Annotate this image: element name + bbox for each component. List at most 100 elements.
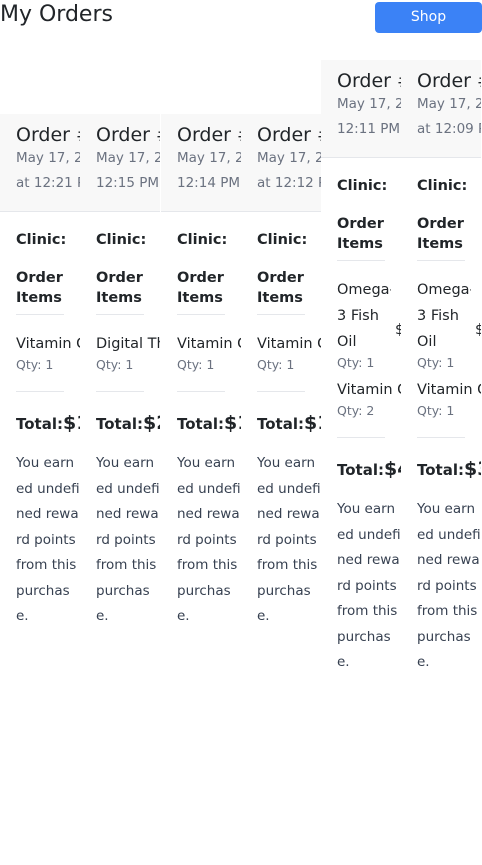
reward-message: You earned undefined reward points from …: [337, 501, 401, 670]
order-date-day: May 17, 2024: [96, 150, 160, 166]
divider: [257, 391, 305, 392]
total-label: Total:: [177, 415, 224, 433]
order-total: Total:$1: [257, 410, 321, 437]
order-card-header: Order #a7e0d May 17, 2024 12:15 PM: [80, 114, 160, 212]
clinic-label: Clinic:: [177, 232, 228, 248]
order-total: Total:$1: [16, 410, 80, 437]
order-date: May 17, 2024 12:15 PM: [96, 146, 160, 196]
order-title: Order #63ecb: [417, 70, 481, 92]
order-date-time: 12:11 PM: [337, 121, 400, 137]
order-items-heading: Order Items: [337, 214, 385, 261]
order-item: Omega-3 Fish Oil $ Qty: 1: [417, 277, 481, 371]
total-label: Total:: [417, 461, 464, 479]
order-card[interactable]: Order #66691 May 17, 2024 at 12:21 PM Cl…: [0, 114, 80, 630]
item-name: Vitamin C Supplement: [16, 336, 80, 352]
order-total: Total:$2: [96, 410, 160, 437]
reward-message: You earned undefined reward points from …: [16, 455, 80, 624]
clinic-label: Clinic:: [337, 178, 388, 194]
shop-button[interactable]: Shop: [375, 2, 482, 33]
item-qty: Qty: 1: [96, 357, 134, 372]
total-label: Total:: [337, 461, 384, 479]
order-card-body: Clinic: Order Items Vitamin C Supplement…: [241, 212, 321, 630]
total-amount: $1: [303, 412, 321, 434]
item-qty: Qty: 1: [16, 357, 54, 372]
total-amount: $4: [383, 458, 401, 480]
total-amount: $1: [62, 412, 80, 434]
item-qty: Qty: 1: [337, 355, 375, 370]
order-card[interactable]: Order #63ecb May 17, 2024 at 12:09 PM Cl…: [401, 60, 481, 676]
clinic-label: Clinic:: [16, 232, 67, 248]
order-title: Order #66691: [16, 124, 80, 146]
divider: [337, 437, 385, 438]
page-title: My Orders: [0, 2, 113, 27]
order-card[interactable]: Order #a7e0d May 17, 2024 12:15 PM Clini…: [80, 114, 160, 630]
order-title: Order #a7e0d: [96, 124, 160, 146]
order-card[interactable]: Order #133c3 May 17, 2024 at 12:12 PM Cl…: [241, 114, 321, 630]
order-date: May 17, 2024 at 12:12 PM: [257, 146, 321, 196]
item-qty: Qty: 2: [337, 403, 375, 418]
order-item: Vitamin C Supplement Qty: 1: [257, 331, 321, 373]
item-name: Digital Thermometer: [96, 336, 160, 352]
divider: [96, 391, 144, 392]
order-date: May 17, 2024 at 12:09 PM: [417, 92, 481, 142]
order-card-header: Order #9539e May 17, 2024 12:11 PM: [321, 60, 401, 158]
order-date-day: May 17, 2024: [16, 150, 80, 166]
item-name: Vitamin C Supplement: [257, 336, 321, 352]
total-amount: $3: [463, 458, 481, 480]
order-date: May 17, 2024 12:11 PM: [337, 92, 401, 142]
divider: [417, 437, 465, 438]
order-date-day: May 17, 2024: [257, 150, 321, 166]
order-item: Vitamin C Supplement Qty: 1: [177, 331, 241, 373]
clinic-label: Clinic:: [96, 232, 147, 248]
order-card-header: Order #66691 May 17, 2024 at 12:21 PM: [0, 114, 80, 212]
order-card-body: Clinic: Order Items Omega-3 Fish Oil $ Q…: [321, 158, 401, 676]
order-title: Order #47d46: [177, 124, 241, 146]
order-items-heading: Order Items: [417, 214, 465, 261]
item-name: Omega-3 Fish Oil: [337, 282, 391, 350]
item-price: $: [475, 322, 481, 338]
order-date-time: at 12:09 PM: [417, 121, 481, 137]
order-title: Order #133c3: [257, 124, 321, 146]
total-amount: $1: [223, 412, 241, 434]
order-card-body: Clinic: Order Items Digital Thermometer …: [80, 212, 160, 630]
item-name: Vitamin C Supplement: [337, 382, 401, 398]
order-card[interactable]: Order #9539e May 17, 2024 12:11 PM Clini…: [321, 60, 401, 676]
order-card-body: Clinic: Order Items Omega-3 Fish Oil $ Q…: [401, 158, 481, 676]
divider: [16, 391, 64, 392]
order-date-day: May 17, 2024: [337, 96, 401, 112]
order-date: May 17, 2024 12:14 PM: [177, 146, 241, 196]
divider: [177, 391, 225, 392]
order-card-header: Order #47d46 May 17, 2024 12:14 PM: [161, 114, 241, 212]
order-item: Omega-3 Fish Oil $ Qty: 1: [337, 277, 401, 371]
order-date-day: May 17, 2024: [177, 150, 241, 166]
reward-message: You earned undefined reward points from …: [417, 501, 481, 670]
order-item: Vitamin C Supplement Qty: 1: [16, 331, 80, 373]
order-total: Total:$4: [337, 456, 401, 483]
total-amount: $2: [142, 412, 160, 434]
order-date-time: 12:15 PM: [96, 175, 159, 191]
order-item: Vitamin C Supplement Qty: 2: [337, 377, 401, 419]
item-qty: Qty: 1: [177, 357, 215, 372]
order-item: Digital Thermometer Qty: 1: [96, 331, 160, 373]
item-name: Vitamin C Supplement: [177, 336, 241, 352]
order-date-time: at 12:21 PM: [16, 175, 80, 191]
item-qty: Qty: 1: [417, 403, 455, 418]
item-qty: Qty: 1: [417, 355, 455, 370]
order-items-heading: Order Items: [16, 268, 64, 315]
order-item: Vitamin C Supplement Qty: 1: [417, 377, 481, 419]
order-card[interactable]: Order #47d46 May 17, 2024 12:14 PM Clini…: [161, 114, 241, 630]
order-total: Total:$1: [177, 410, 241, 437]
item-name: Omega-3 Fish Oil: [417, 282, 471, 350]
order-date-time: at 12:12 PM: [257, 175, 321, 191]
order-card-header: Order #63ecb May 17, 2024 at 12:09 PM: [401, 60, 481, 158]
reward-message: You earned undefined reward points from …: [96, 455, 160, 624]
order-date-day: May 17, 2024: [417, 96, 481, 112]
reward-message: You earned undefined reward points from …: [257, 455, 321, 624]
order-title: Order #9539e: [337, 70, 401, 92]
reward-message: You earned undefined reward points from …: [177, 455, 241, 624]
total-label: Total:: [96, 415, 143, 433]
item-qty: Qty: 1: [257, 357, 295, 372]
order-date: May 17, 2024 at 12:21 PM: [16, 146, 80, 196]
order-card-body: Clinic: Order Items Vitamin C Supplement…: [0, 212, 80, 630]
order-items-heading: Order Items: [257, 268, 305, 315]
